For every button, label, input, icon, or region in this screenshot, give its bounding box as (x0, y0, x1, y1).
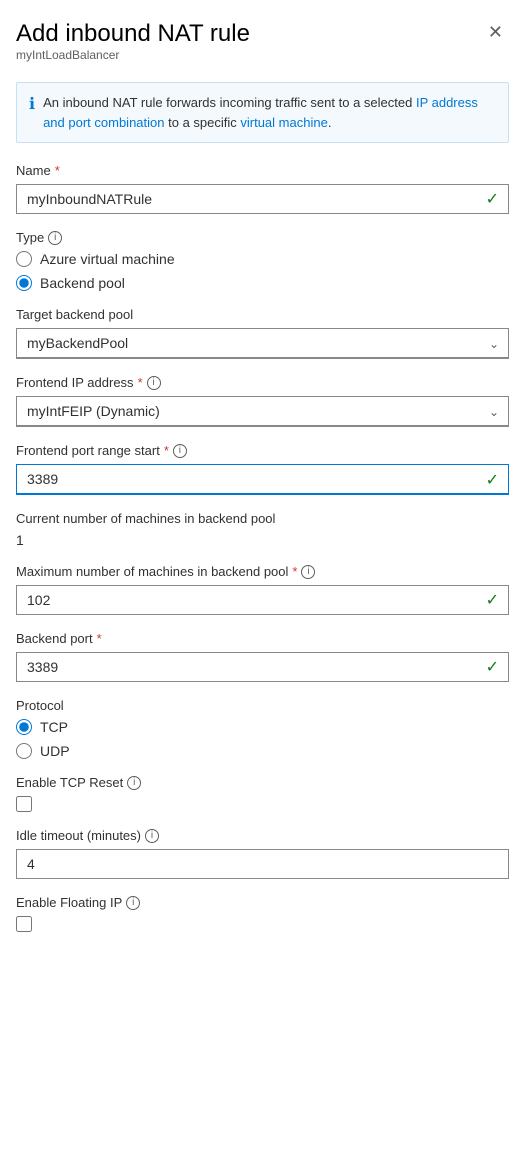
tcp-reset-info-icon[interactable]: i (127, 776, 141, 790)
idle-timeout-info-icon[interactable]: i (145, 829, 159, 843)
frontend-ip-group: Frontend IP address * i myIntFEIP (Dynam… (16, 375, 509, 427)
frontend-ip-label: Frontend IP address * i (16, 375, 509, 390)
type-azure-vm-label: Azure virtual machine (40, 251, 175, 267)
dialog-header: Add inbound NAT rule myIntLoadBalancer ✕ (16, 20, 509, 78)
current-machines-value: 1 (16, 532, 509, 548)
dialog-title: Add inbound NAT rule (16, 20, 250, 48)
tcp-reset-label: Enable TCP Reset i (16, 775, 509, 790)
target-backend-pool-dropdown-wrapper: myBackendPool ⌄ (16, 328, 509, 359)
protocol-option-udp[interactable]: UDP (16, 743, 509, 759)
name-check-icon: ✓ (486, 189, 499, 209)
frontend-ip-required-indicator: * (138, 375, 143, 390)
max-machines-input-wrapper: ✓ (16, 585, 509, 615)
target-backend-pool-label: Target backend pool (16, 307, 509, 322)
type-radio-group: Azure virtual machine Backend pool (16, 251, 509, 291)
backend-port-required-indicator: * (97, 631, 102, 646)
frontend-port-range-label: Frontend port range start * i (16, 443, 509, 458)
floating-ip-label: Enable Floating IP i (16, 895, 509, 910)
idle-timeout-input[interactable] (16, 849, 509, 879)
tcp-reset-checkbox[interactable] (16, 796, 32, 812)
floating-ip-group: Enable Floating IP i (16, 895, 509, 932)
backend-port-group: Backend port * ✓ (16, 631, 509, 682)
type-option-azure-vm[interactable]: Azure virtual machine (16, 251, 509, 267)
max-machines-group: Maximum number of machines in backend po… (16, 564, 509, 615)
tcp-reset-checkbox-item (16, 796, 509, 812)
max-machines-label: Maximum number of machines in backend po… (16, 564, 509, 579)
type-radio-azure-vm[interactable] (16, 251, 32, 267)
backend-port-label: Backend port * (16, 631, 509, 646)
floating-ip-checkbox-item (16, 916, 509, 932)
type-info-icon[interactable]: i (48, 231, 62, 245)
frontend-port-input-wrapper: ✓ (16, 464, 509, 495)
name-required-indicator: * (55, 163, 60, 178)
type-option-backend-pool[interactable]: Backend pool (16, 275, 509, 291)
max-machines-required-indicator: * (292, 564, 297, 579)
close-button[interactable]: ✕ (482, 20, 509, 45)
backend-port-input-wrapper: ✓ (16, 652, 509, 682)
frontend-port-required-indicator: * (164, 443, 169, 458)
frontend-ip-info-icon[interactable]: i (147, 376, 161, 390)
backend-port-check-icon: ✓ (486, 657, 499, 677)
protocol-udp-label: UDP (40, 743, 70, 759)
protocol-tcp-label: TCP (40, 719, 68, 735)
idle-timeout-group: Idle timeout (minutes) i (16, 828, 509, 879)
tcp-reset-group: Enable TCP Reset i (16, 775, 509, 812)
info-icon: ℹ (29, 94, 35, 114)
idle-timeout-input-wrapper (16, 849, 509, 879)
frontend-ip-dropdown-wrapper: myIntFEIP (Dynamic) ⌄ (16, 396, 509, 427)
dialog-subtitle: myIntLoadBalancer (16, 48, 250, 62)
protocol-field-group: Protocol TCP UDP (16, 698, 509, 759)
protocol-label: Protocol (16, 698, 509, 713)
name-label: Name * (16, 163, 509, 178)
protocol-radio-tcp[interactable] (16, 719, 32, 735)
frontend-port-range-group: Frontend port range start * i ✓ (16, 443, 509, 495)
info-text: An inbound NAT rule forwards incoming tr… (43, 93, 496, 132)
current-machines-label: Current number of machines in backend po… (16, 511, 509, 526)
target-backend-pool-group: Target backend pool myBackendPool ⌄ (16, 307, 509, 359)
backend-port-input[interactable] (16, 652, 509, 682)
info-banner: ℹ An inbound NAT rule forwards incoming … (16, 82, 509, 143)
type-field-group: Type i Azure virtual machine Backend poo… (16, 230, 509, 291)
protocol-radio-udp[interactable] (16, 743, 32, 759)
frontend-port-check-icon: ✓ (486, 470, 499, 490)
type-radio-backend-pool[interactable] (16, 275, 32, 291)
name-field-group: Name * ✓ (16, 163, 509, 214)
floating-ip-info-icon[interactable]: i (126, 896, 140, 910)
name-input[interactable] (16, 184, 509, 214)
current-machines-group: Current number of machines in backend po… (16, 511, 509, 548)
protocol-radio-group: TCP UDP (16, 719, 509, 759)
idle-timeout-label: Idle timeout (minutes) i (16, 828, 509, 843)
target-backend-pool-select[interactable]: myBackendPool (16, 328, 509, 359)
type-backend-pool-label: Backend pool (40, 275, 125, 291)
frontend-port-info-icon[interactable]: i (173, 444, 187, 458)
frontend-ip-select[interactable]: myIntFEIP (Dynamic) (16, 396, 509, 427)
max-machines-input[interactable] (16, 585, 509, 615)
name-input-wrapper: ✓ (16, 184, 509, 214)
type-label: Type i (16, 230, 509, 245)
floating-ip-checkbox[interactable] (16, 916, 32, 932)
max-machines-info-icon[interactable]: i (301, 565, 315, 579)
max-machines-check-icon: ✓ (486, 590, 499, 610)
protocol-option-tcp[interactable]: TCP (16, 719, 509, 735)
frontend-port-input[interactable] (16, 464, 509, 495)
